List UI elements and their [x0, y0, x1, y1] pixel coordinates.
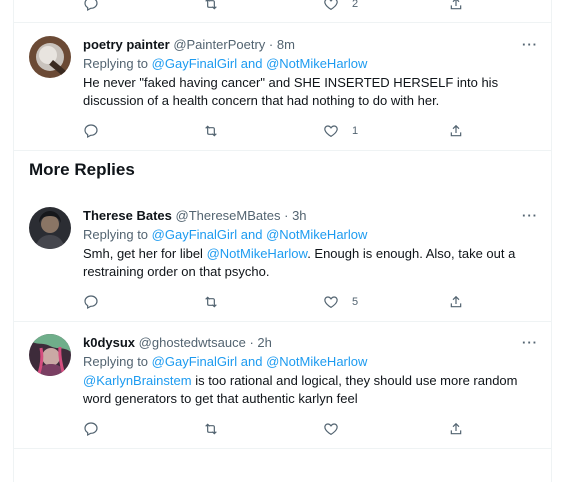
share-icon — [450, 295, 462, 308]
mention-link[interactable]: @NotMikeHarlow — [207, 246, 308, 261]
mention-link[interactable]: @GayFinalGirl — [152, 56, 237, 71]
heart-icon — [324, 0, 338, 11]
tweet-header: k0dysux @ghostedwtsauce · 2h — [83, 335, 272, 351]
display-name[interactable]: Therese Bates — [83, 208, 172, 223]
reply-icon — [84, 295, 98, 310]
tweet-actions: 5 — [83, 292, 483, 312]
reply-icon — [84, 124, 98, 139]
mention-link[interactable]: @NotMikeHarlow — [266, 56, 367, 71]
heart-icon — [324, 296, 338, 309]
replying-to: Replying to @GayFinalGirl and @NotMikeHa… — [83, 227, 367, 243]
retweet-icon — [205, 423, 217, 435]
avatar[interactable] — [29, 207, 71, 249]
handle[interactable]: @ThereseMBates — [176, 208, 281, 223]
share-button[interactable] — [448, 292, 464, 312]
timestamp[interactable]: 2h — [257, 335, 271, 350]
handle[interactable]: @PainterPoetry — [173, 37, 265, 52]
retweet-button[interactable] — [203, 121, 219, 141]
more-icon[interactable]: ··· — [522, 335, 538, 350]
mention-link[interactable]: @GayFinalGirl — [152, 354, 237, 369]
separator-dot: · — [284, 208, 289, 223]
replying-to-label: Replying to — [83, 56, 149, 71]
separator-dot: · — [268, 37, 274, 52]
mention-link[interactable]: @GayFinalGirl — [152, 227, 237, 242]
replying-to: Replying to @GayFinalGirl and @NotMikeHa… — [83, 56, 367, 72]
divider — [13, 448, 552, 449]
divider — [13, 22, 552, 23]
retweet-button[interactable] — [203, 419, 219, 439]
and-text: and — [240, 227, 263, 242]
avatar[interactable] — [29, 334, 71, 376]
reply-button[interactable] — [83, 292, 99, 312]
tweet-header: Therese Bates @ThereseMBates · 3h — [83, 208, 307, 224]
divider — [13, 150, 552, 151]
tweet-actions: 1 — [83, 121, 483, 141]
like-count: 2 — [352, 0, 359, 10]
heart-icon — [324, 423, 338, 436]
replying-to: Replying to @GayFinalGirl and @NotMikeHa… — [83, 354, 367, 370]
reply-button[interactable] — [83, 419, 99, 439]
like-button[interactable]: 1 — [323, 121, 358, 141]
share-icon — [450, 422, 462, 435]
share-button[interactable] — [448, 419, 464, 439]
retweet-icon — [205, 125, 217, 137]
timestamp[interactable]: 8m — [277, 37, 295, 52]
handle[interactable]: @ghostedwtsauce — [139, 335, 246, 350]
like-button[interactable] — [323, 419, 339, 439]
separator-dot: · — [249, 335, 254, 350]
retweet-button[interactable] — [203, 292, 219, 312]
reply-icon — [84, 0, 98, 12]
reply-button[interactable] — [83, 0, 99, 14]
reply-button[interactable] — [83, 121, 99, 141]
avatar[interactable] — [29, 36, 71, 78]
display-name[interactable]: poetry painter — [83, 37, 170, 52]
tweet-actions — [83, 419, 483, 439]
more-icon[interactable]: ··· — [522, 208, 538, 223]
display-name[interactable]: k0dysux — [83, 335, 135, 350]
tweet-header: poetry painter @PainterPoetry · 8m — [83, 37, 295, 53]
more-icon[interactable]: ··· — [522, 37, 538, 52]
share-button[interactable] — [448, 0, 464, 14]
tweet-text: He never "faked having cancer" and SHE I… — [83, 75, 499, 108]
mention-link[interactable]: @KarlynBrainstem — [83, 373, 192, 388]
like-count: 5 — [352, 296, 359, 308]
like-count: 1 — [352, 125, 359, 137]
retweet-icon — [205, 0, 217, 10]
and-text: and — [240, 354, 263, 369]
heart-icon — [324, 125, 338, 138]
share-icon — [450, 124, 462, 137]
mention-link[interactable]: @NotMikeHarlow — [266, 227, 367, 242]
retweet-icon — [205, 296, 217, 308]
tweet-text: Smh, get her for libel @NotMikeHarlow. E… — [83, 245, 523, 281]
share-button[interactable] — [448, 121, 464, 141]
timestamp[interactable]: 3h — [292, 208, 306, 223]
replying-to-label: Replying to — [83, 227, 149, 242]
more-replies-heading: More Replies — [29, 160, 135, 179]
share-icon — [450, 0, 462, 10]
tweet-text-part: Smh, get her for libel — [83, 246, 207, 261]
tweet-text: @KarlynBrainstem is too rational and log… — [83, 372, 523, 408]
replying-to-label: Replying to — [83, 354, 149, 369]
like-button[interactable]: 2 — [323, 0, 358, 14]
divider — [13, 321, 552, 322]
retweet-button[interactable] — [203, 0, 219, 14]
and-text: and — [240, 56, 263, 71]
reply-icon — [84, 422, 98, 437]
top-tweet-actions: 2 — [83, 0, 483, 14]
like-button[interactable]: 5 — [323, 292, 358, 312]
mention-link[interactable]: @NotMikeHarlow — [266, 354, 367, 369]
